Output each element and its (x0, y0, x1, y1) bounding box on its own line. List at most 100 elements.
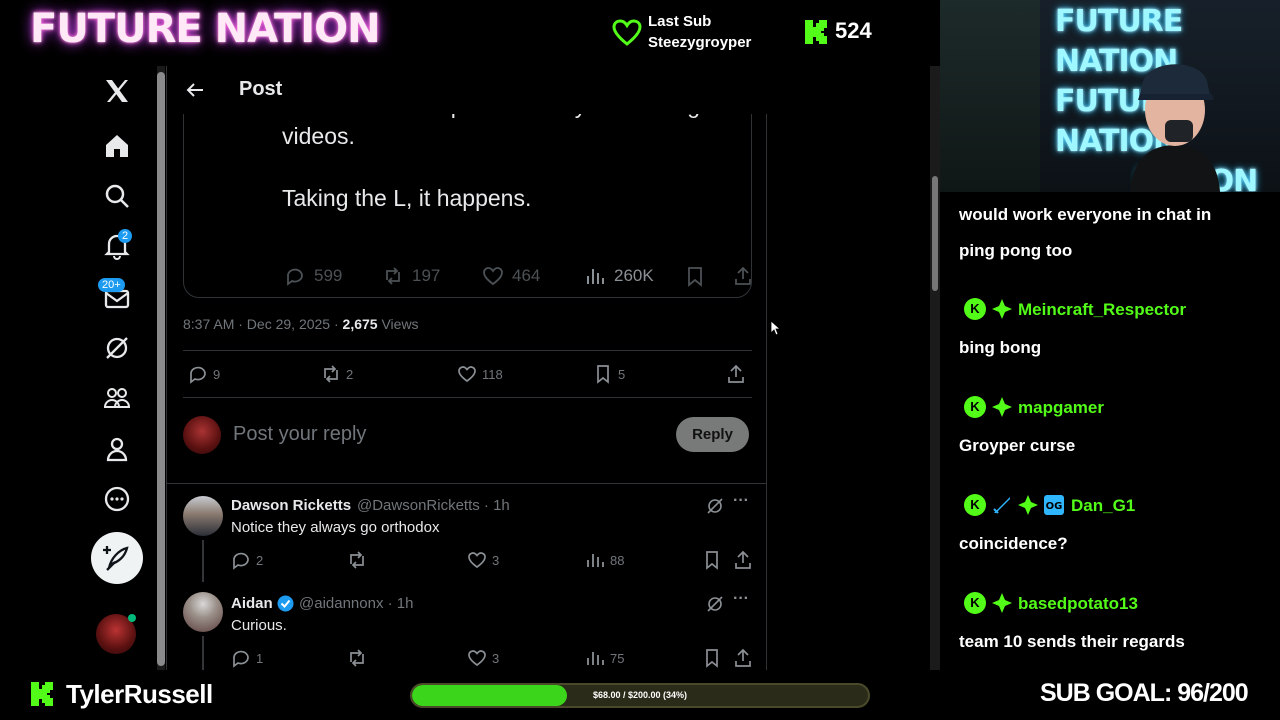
reply-text: Curious. (231, 617, 287, 634)
reply-views[interactable]: 75 (585, 648, 624, 668)
views-count: 2,675 (342, 316, 378, 332)
reply-author-name[interactable]: Aidan (231, 595, 273, 612)
sub-badge-icon (1018, 495, 1038, 515)
chat-message: bing bong (959, 338, 1042, 357)
divider (183, 397, 752, 398)
quoted-likes[interactable]: 464 (482, 265, 540, 287)
reply-text: Notice they always go orthodox (231, 519, 440, 536)
quoted-share-icon[interactable] (732, 265, 751, 287)
kick-badge-icon: K (964, 298, 986, 320)
share-icon[interactable] (726, 364, 746, 384)
reply-likes[interactable]: 3 (467, 648, 499, 668)
reply-icon (233, 650, 249, 668)
reply-button[interactable]: Reply (676, 417, 749, 452)
home-icon[interactable] (102, 131, 132, 161)
mouse-cursor-icon (770, 320, 782, 336)
likes-action[interactable]: 118 (457, 364, 503, 384)
streamer-person (1120, 40, 1230, 192)
notifications-bell-icon[interactable]: 2 (102, 229, 133, 261)
quoted-post-card[interactable]: addicts degen past who came to Christ in… (183, 86, 752, 298)
bookmarks-count: 5 (618, 366, 626, 382)
heart-outline-icon (468, 552, 486, 569)
reply-likes-count: 3 (492, 552, 500, 568)
last-sub-name: Steezygroyper (648, 34, 752, 51)
quoted-bookmark-icon[interactable] (684, 265, 706, 287)
webcam-feed: FUTURE NATION FUTURE NATION NATION (940, 0, 1280, 192)
heart-icon (612, 18, 642, 48)
quoted-replies[interactable]: 599 (284, 265, 342, 287)
reply-item[interactable]: Aidan @aidannonx · 1h Curious. ··· 1 3 7… (167, 582, 767, 670)
back-arrow-icon[interactable] (183, 78, 207, 102)
thread-line (202, 540, 204, 582)
profile-icon[interactable] (102, 434, 132, 464)
reply-author-handle[interactable]: @DawsonRicketts · 1h (357, 497, 510, 514)
right-scrollbar-thumb[interactable] (932, 176, 938, 291)
messages-badge: 20+ (98, 278, 125, 292)
heart-outline-icon (458, 366, 476, 383)
compose-post-button[interactable] (91, 532, 143, 584)
reply-likes[interactable]: 3 (467, 550, 499, 570)
reply-replies-count: 1 (256, 650, 264, 666)
more-options-icon[interactable]: ··· (733, 492, 749, 510)
bookmarks-action[interactable]: 5 (593, 364, 625, 384)
reply-replies[interactable]: 1 (231, 648, 263, 668)
chat-username[interactable]: basedpotato13 (1018, 594, 1138, 614)
user-avatar[interactable] (183, 496, 223, 536)
reply-icon (233, 552, 249, 570)
reply-author-handle[interactable]: @aidannonx · 1h (299, 595, 413, 612)
left-scrollbar-thumb[interactable] (157, 72, 165, 666)
post-column: addicts degen past who came to Christ in… (166, 66, 767, 670)
reposts-count: 2 (346, 366, 354, 382)
quoted-views[interactable]: 260K (584, 265, 654, 287)
brand-title: FUTURE NATION (30, 6, 381, 52)
feather-icon (103, 546, 129, 571)
likes-count: 118 (482, 366, 503, 382)
post-header: Post (167, 66, 767, 114)
more-icon[interactable] (102, 484, 132, 514)
user-avatar[interactable] (183, 592, 223, 632)
communities-icon[interactable] (102, 383, 132, 413)
bookmark-icon[interactable] (702, 550, 722, 570)
messages-icon[interactable]: 20+ (98, 278, 132, 314)
views-icon (587, 269, 604, 284)
repost-icon (386, 267, 400, 285)
chat-username[interactable]: mapgamer (1018, 398, 1104, 418)
sub-badge-icon (992, 397, 1012, 417)
views-icon (587, 554, 604, 567)
reply-author-name[interactable]: Dawson Ricketts (231, 497, 351, 514)
follower-count: 524 (835, 18, 872, 43)
quoted-replies-count: 599 (314, 266, 343, 285)
repost-icon[interactable] (347, 648, 367, 668)
replies-action[interactable]: 9 (188, 364, 220, 384)
svg-text:OG: OG (1046, 501, 1063, 512)
chat-message: ping pong too (959, 241, 1073, 260)
chat-username[interactable]: Dan_G1 (1071, 496, 1135, 516)
divider (183, 350, 752, 351)
reply-input[interactable]: Post your reply (233, 423, 366, 446)
x-logo-icon[interactable] (102, 76, 132, 106)
reply-likes-count: 3 (492, 650, 500, 666)
reply-views[interactable]: 88 (585, 550, 624, 570)
repost-icon[interactable] (347, 550, 367, 570)
grok-icon[interactable] (706, 595, 724, 613)
search-icon[interactable] (102, 181, 132, 211)
quoted-views-count: 260K (614, 266, 654, 285)
views-label: Views (377, 316, 419, 332)
reply-icon (190, 366, 206, 384)
more-options-icon[interactable]: ··· (733, 590, 749, 608)
notifications-badge: 2 (118, 229, 133, 243)
reply-avatar (183, 416, 221, 454)
grok-icon[interactable] (706, 497, 724, 515)
reply-item[interactable]: Dawson Ricketts @DawsonRicketts · 1h Not… (167, 484, 767, 582)
timestamp-text: 8:37 AM · Dec 29, 2025 · (183, 316, 343, 332)
share-icon[interactable] (733, 550, 753, 570)
reposts-action[interactable]: 2 (321, 364, 353, 384)
og-badge-icon: OG (1044, 495, 1064, 515)
chat-username[interactable]: Meincraft_Respector (1018, 300, 1186, 320)
bookmark-icon[interactable] (702, 648, 722, 668)
grok-icon[interactable] (102, 333, 132, 363)
reply-replies[interactable]: 2 (231, 550, 263, 570)
kick-badge-icon: K (964, 592, 986, 614)
quoted-reposts[interactable]: 197 (382, 265, 440, 287)
share-icon[interactable] (733, 648, 753, 668)
